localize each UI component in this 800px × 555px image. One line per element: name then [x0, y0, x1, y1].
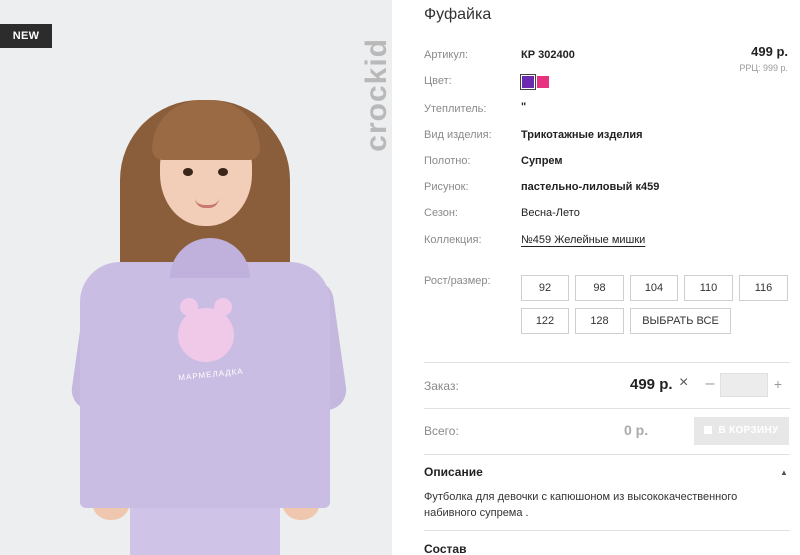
attr-label-type: Вид изделия:: [424, 129, 492, 141]
bear-print: [170, 292, 242, 366]
size-option-122[interactable]: 122: [521, 308, 569, 334]
size-option-98[interactable]: 98: [575, 275, 624, 301]
total-label: Всего:: [424, 424, 459, 438]
new-badge: NEW: [0, 24, 52, 48]
attr-label-insulation: Утеплитель:: [424, 103, 487, 115]
add-to-cart-button[interactable]: В КОРЗИНУ: [694, 417, 789, 445]
size-option-104[interactable]: 104: [630, 275, 678, 301]
attr-value-pattern: пастельно-лиловый к459: [521, 181, 660, 193]
attr-label-season: Сезон:: [424, 207, 458, 219]
decrease-quantity-button[interactable]: –: [702, 372, 718, 396]
order-price: 499 р.: [630, 376, 673, 393]
increase-quantity-button[interactable]: +: [770, 372, 786, 396]
attr-label-article: Артикул:: [424, 49, 469, 61]
color-swatch-pink[interactable]: [537, 76, 549, 88]
description-text: Футболка для девочки с капюшоном из высо…: [424, 491, 738, 519]
attr-value-type: Трикотажные изделия: [521, 129, 643, 141]
add-to-cart-label: В КОРЗИНУ: [718, 425, 779, 436]
recommended-price: РРЦ: 999 р.: [739, 63, 788, 73]
attr-value-article: КР 302400: [521, 49, 575, 61]
attr-label-pattern: Рисунок:: [424, 181, 469, 193]
size-label: Рост/размер:: [424, 275, 491, 287]
divider: [424, 454, 790, 455]
product-price: 499 р.: [751, 44, 788, 59]
composition-title[interactable]: Состав: [424, 542, 466, 555]
quantity-input[interactable]: [720, 373, 768, 397]
size-option-92[interactable]: 92: [521, 275, 569, 301]
description-title[interactable]: Описание: [424, 465, 483, 479]
photo-shape: [183, 168, 193, 176]
attr-value-fabric: Супрем: [521, 155, 563, 167]
product-title: Фуфайка: [424, 6, 492, 23]
attr-value-season: Весна-Лето: [521, 207, 580, 219]
select-all-sizes-button[interactable]: ВЫБРАТЬ ВСЕ: [630, 308, 731, 334]
size-option-128[interactable]: 128: [575, 308, 624, 334]
brand-logo: crockid: [360, 38, 392, 152]
photo-shape: [130, 508, 280, 555]
divider: [424, 408, 790, 409]
collection-link[interactable]: №459 Желейные мишки: [521, 234, 645, 246]
attr-value-insulation: ": [521, 101, 527, 113]
attr-label-fabric: Полотно:: [424, 155, 471, 167]
size-option-110[interactable]: 110: [684, 275, 733, 301]
order-label: Заказ:: [424, 379, 459, 393]
size-option-116[interactable]: 116: [739, 275, 788, 301]
multiply-icon: ×: [679, 374, 689, 391]
divider: [424, 362, 790, 363]
product-photo[interactable]: МАРМЕЛАДКА crockid NEW: [0, 0, 392, 555]
attr-label-color: Цвет:: [424, 75, 452, 87]
total-value: 0 р.: [624, 422, 649, 438]
attr-label-collection: Коллекция:: [424, 234, 482, 246]
collapse-arrow-icon[interactable]: ▲: [780, 468, 788, 477]
photo-shape: [218, 168, 228, 176]
cart-icon: [704, 426, 713, 434]
color-swatch-purple[interactable]: [520, 74, 536, 90]
divider: [424, 530, 790, 531]
